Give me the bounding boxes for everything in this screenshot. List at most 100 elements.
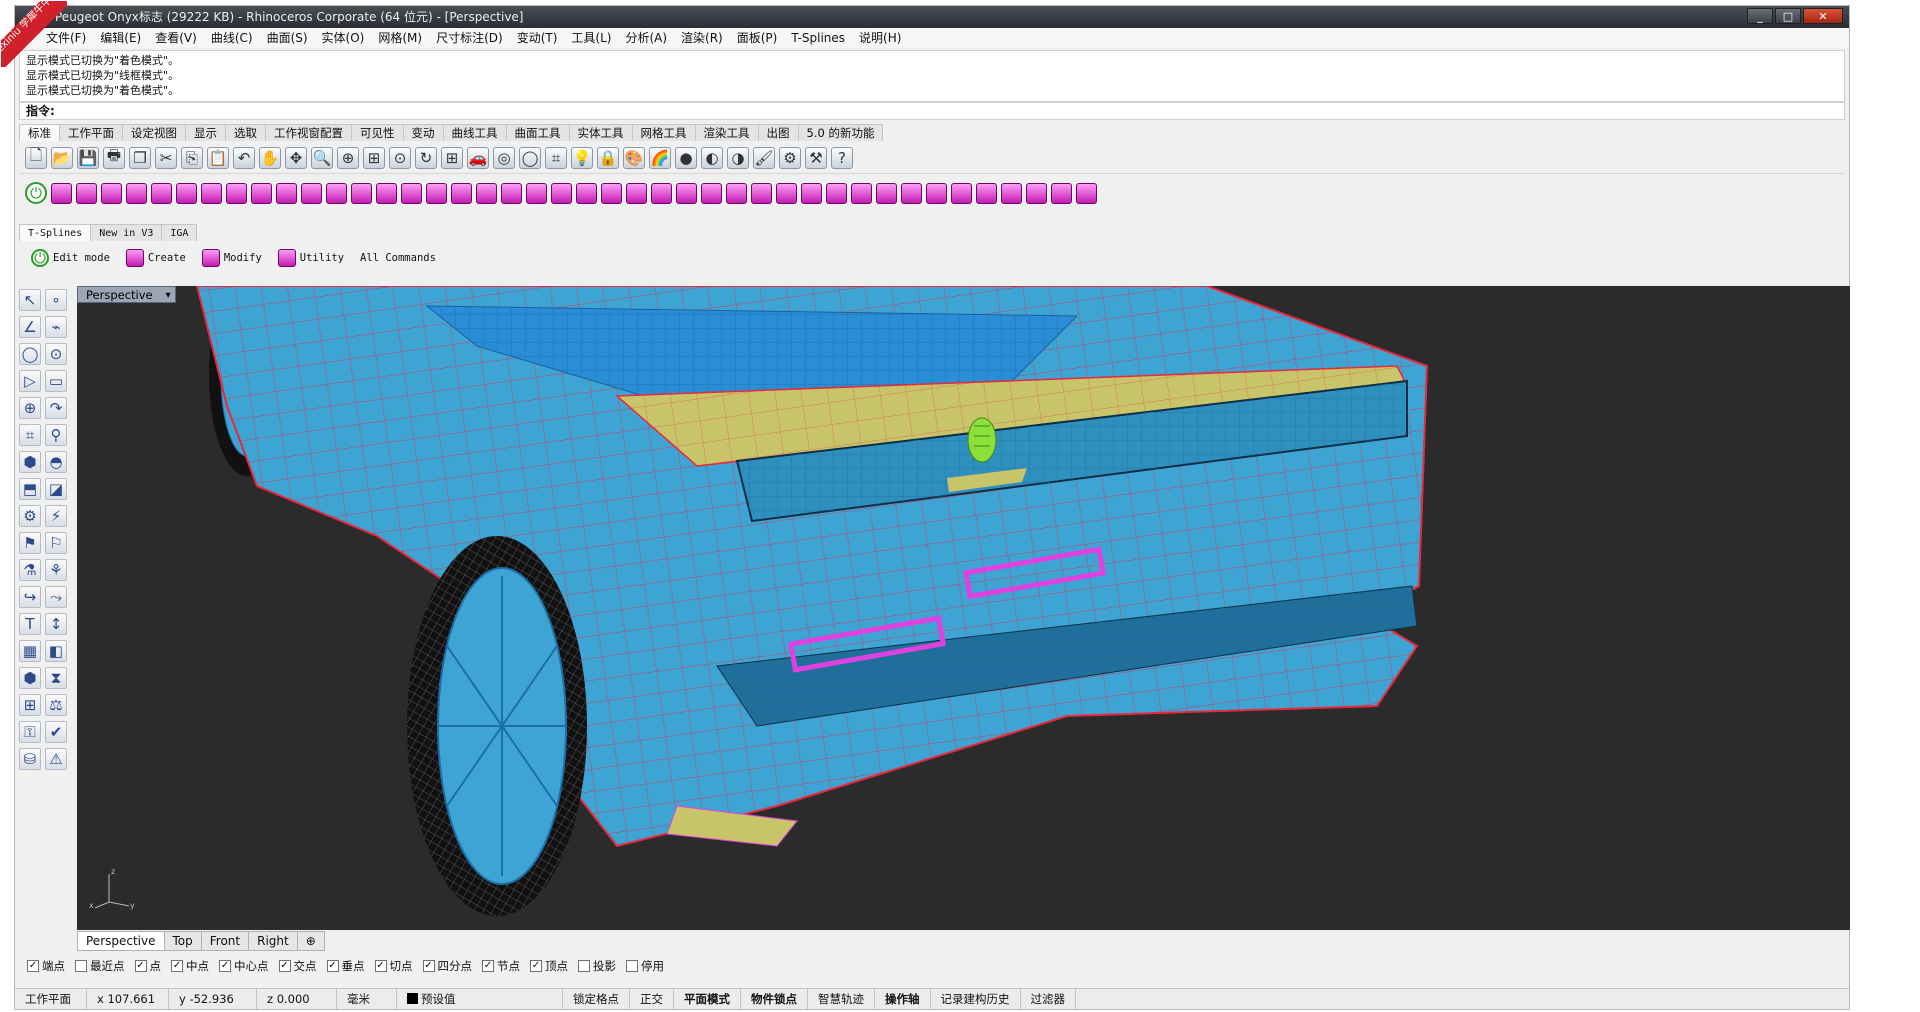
osnap-item[interactable]: 最近点 [75,958,125,974]
osnap-checkbox[interactable]: ✓ [422,960,435,972]
left-tool-icon[interactable]: ✔ [45,721,67,743]
move-view-icon[interactable]: ✥ [285,146,307,169]
left-tool-icon[interactable]: ↷ [45,397,67,419]
light-icon[interactable]: 💡 [571,146,593,169]
left-tool-icon[interactable]: ⚙ [19,505,41,527]
osnap-item[interactable]: ✓ 切点 [374,958,413,974]
tsplines-tool-icon[interactable] [701,182,722,204]
tsplines-tool-icon[interactable] [326,182,347,204]
brush-icon[interactable]: 🖌 [753,146,775,169]
left-tool-icon[interactable]: ⚡ [45,505,67,527]
tsplines-tool-icon[interactable] [301,182,322,204]
tsplines-tool-icon[interactable] [276,182,297,204]
osnap-checkbox[interactable]: ✓ [530,960,542,972]
print-icon[interactable]: 🖶 [103,146,125,169]
tsplines-tool-icon[interactable] [576,182,597,204]
shade-icon[interactable]: ◐ [701,146,723,169]
undo-icon[interactable]: ↶ [233,146,255,169]
left-tool-icon[interactable]: ⚑ [19,532,41,554]
toolbar-tab[interactable]: 渲染工具 [694,124,759,141]
menu-item[interactable]: 尺寸标注(D) [429,28,510,48]
menu-item[interactable]: 编辑(E) [93,28,148,48]
zoom-extents-icon[interactable]: ⊞ [363,146,385,169]
status-cplane[interactable]: 工作平面 [15,989,87,1009]
tsplines-tool-icon[interactable] [501,182,522,204]
left-tool-icon[interactable]: ▦ [19,640,41,662]
osnap-checkbox[interactable]: ✓ [482,960,494,972]
left-tool-icon[interactable]: ⧗ [45,667,67,689]
zoom-window-icon[interactable]: ⊕ [337,146,359,169]
tsplines-tool-icon[interactable] [526,182,547,204]
left-tool-icon[interactable]: ▷ [19,370,41,392]
grid-snap-icon[interactable]: ⌗ [545,146,567,169]
zoom-icon[interactable]: 🔍 [311,146,333,169]
maximize-button[interactable]: □ [1775,8,1801,24]
osnap-item[interactable]: ✓ 点 [134,958,161,974]
status-toggle[interactable]: 智慧轨迹 [808,989,875,1009]
tsplines-tool-icon[interactable] [126,182,147,204]
gear-icon[interactable]: ⚙ [779,146,801,169]
tsplines-tool-icon[interactable] [976,182,997,204]
toolbar-tab[interactable]: 实体工具 [568,124,633,141]
menu-item[interactable]: 实体(O) [315,28,372,48]
menu-item[interactable]: 网格(M) [371,28,429,48]
left-tool-icon[interactable]: ⚖ [45,694,67,716]
tsplines-tool-icon[interactable] [876,182,897,204]
tsplines-tool-icon[interactable] [776,182,797,204]
toolbar-tab[interactable]: 出图 [757,124,799,141]
osnap-checkbox[interactable]: ✓ [278,960,291,972]
color-icon[interactable]: 🌈 [649,146,671,169]
left-tool-icon[interactable]: ◓ [45,451,67,473]
add-viewport-tab[interactable]: ⊕ [296,931,325,951]
left-tool-icon[interactable]: ⊕ [19,397,41,419]
help-icon[interactable]: ? [831,146,853,169]
sphere-icon[interactable]: ◯ [519,146,541,169]
osnap-item[interactable]: ✓ 端点 [27,958,65,974]
menu-item[interactable]: 曲面(S) [260,28,315,48]
toolbar-tab[interactable]: 选取 [225,124,266,141]
tsplines-tool-icon[interactable] [801,182,822,204]
tsplines-tool-icon[interactable] [1026,182,1047,204]
left-tool-icon[interactable]: ⊙ [45,343,67,365]
left-tool-icon[interactable]: ▭ [45,370,67,392]
status-toggle[interactable]: 平面模式 [674,989,741,1009]
menu-item[interactable]: 曲线(C) [204,28,260,48]
toolbar-tab[interactable]: 工作平面 [59,124,123,141]
perspective-viewport[interactable]: Perspective z x y [77,286,1851,930]
osnap-item[interactable]: ✓ 四分点 [422,958,472,974]
tsplines-tool-icon[interactable] [651,182,672,204]
status-layer[interactable]: 预设值 [397,989,563,1009]
lock-icon[interactable]: 🔒 [597,146,619,169]
render-sphere-icon[interactable]: ● [675,146,697,169]
toolbar-tab[interactable]: 设定视图 [122,124,186,141]
left-tool-icon[interactable]: ↪ [19,586,41,608]
left-tool-icon[interactable]: ⚘ [45,559,67,581]
menu-item[interactable]: 变动(T) [510,28,565,48]
tsplines-tab[interactable]: New in V3 [90,224,163,241]
options-icon[interactable]: ⚒ [805,146,827,169]
left-tool-icon[interactable]: ∘ [45,289,67,311]
zoom-selected-icon[interactable]: ⊙ [389,146,411,169]
tsplines-tool-icon[interactable] [401,182,422,204]
left-tool-icon[interactable]: ⚗ [19,559,41,581]
left-tool-icon[interactable]: ◯ [19,343,41,365]
toolbar-tab[interactable]: 显示 [185,124,226,141]
osnap-item[interactable]: 停用 [626,958,664,974]
osnap-item[interactable]: 投影 [578,958,616,974]
tsplines-tool-icon[interactable] [1001,182,1022,204]
left-tool-icon[interactable]: ⌗ [19,424,41,446]
utility-button[interactable]: Utility [272,249,350,267]
status-toggle[interactable]: 锁定格点 [563,989,630,1009]
osnap-checkbox[interactable]: ✓ [219,960,231,972]
menu-item[interactable]: 工具(L) [564,28,618,48]
tsplines-tool-icon[interactable] [226,182,247,204]
material-icon[interactable]: 🎨 [623,146,645,169]
left-tool-icon[interactable]: ⤳ [45,586,67,608]
osnap-checkbox[interactable]: ✓ [171,960,183,972]
save-icon[interactable]: 💾 [77,146,99,169]
left-tool-icon[interactable]: ⚠ [45,748,67,770]
left-tool-icon[interactable]: ⛁ [19,748,41,770]
tsplines-tool-icon[interactable] [51,182,72,204]
status-toggle[interactable]: 记录建构历史 [931,989,1021,1009]
viewport-label[interactable]: Perspective [77,286,176,304]
